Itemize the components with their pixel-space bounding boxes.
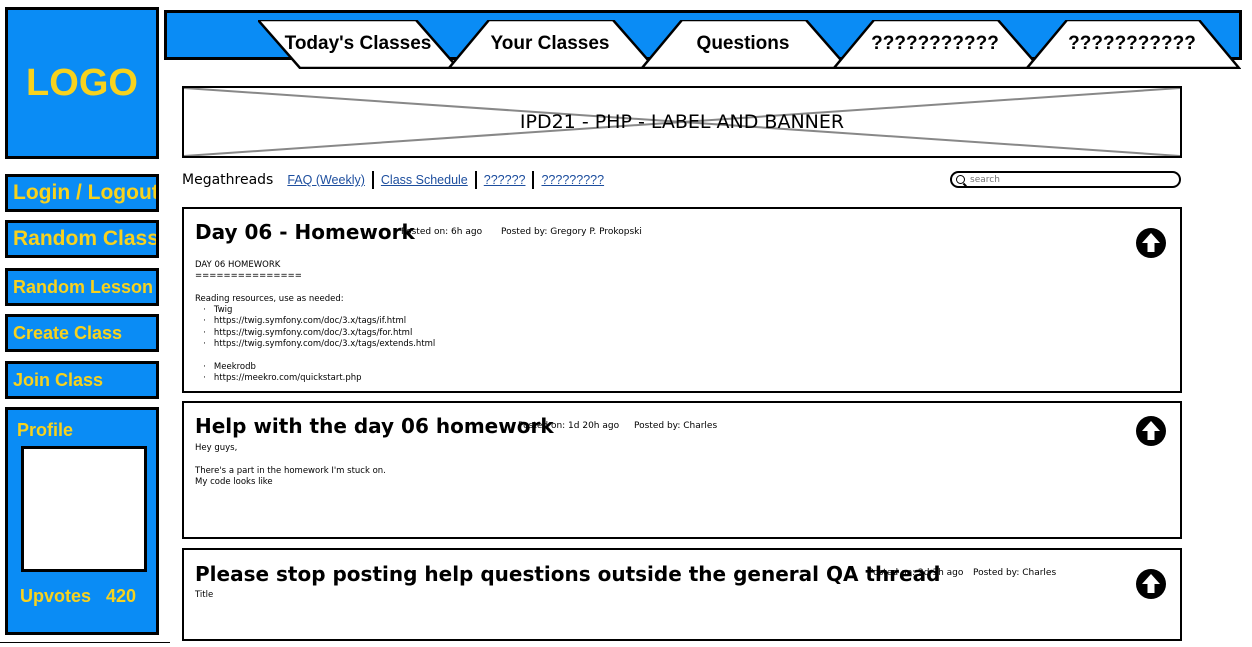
post-body: Hey guys, There's a part in the homework… <box>195 443 386 487</box>
tab-todays-classes[interactable]: Today's Classes <box>258 20 458 69</box>
tab-label: Your Classes <box>490 33 610 54</box>
upvote-icon[interactable] <box>1136 416 1166 446</box>
post-card[interactable]: Please stop posting help questions outsi… <box>182 548 1182 641</box>
tab-your-classes[interactable]: Your Classes <box>445 20 655 69</box>
post-card[interactable]: Help with the day 06 homework Posted on:… <box>182 401 1182 539</box>
post-title[interactable]: Day 06 - Homework <box>195 220 415 244</box>
post-date: Posted on: 1d 20h ago <box>518 421 620 431</box>
logo-text: LOGO <box>26 61 138 104</box>
post-date: Posted on: 2d 3h ago <box>868 568 964 578</box>
megathreads-label: Megathreads <box>182 172 274 188</box>
tab-placeholder-1[interactable]: ??????????? <box>830 20 1040 69</box>
random-class-button[interactable]: Random Class <box>5 220 159 258</box>
login-logout-button[interactable]: Login / Logout <box>5 174 159 212</box>
post-body: Title <box>195 590 214 600</box>
search-input[interactable] <box>970 173 1170 186</box>
search-box[interactable] <box>950 171 1181 188</box>
placeholder-link-1[interactable]: ?????? <box>484 173 526 187</box>
separator <box>474 171 477 189</box>
upvote-icon[interactable] <box>1136 569 1166 599</box>
profile-title: Profile <box>17 420 74 440</box>
upvotes-count: Upvotes 420 <box>20 586 136 607</box>
post-date: Posted on: 6h ago <box>401 227 483 237</box>
post-title[interactable]: Please stop posting help questions outsi… <box>195 562 940 586</box>
post-author: Posted by: Charles <box>634 421 718 431</box>
create-class-label: Create Class <box>13 322 123 343</box>
upvotes-label: Upvotes <box>20 586 92 606</box>
tab-label: Questions <box>696 33 790 54</box>
post-author: Posted by: Charles <box>973 568 1057 578</box>
login-logout-label: Login / Logout <box>13 181 159 204</box>
tab-placeholder-2[interactable]: ??????????? <box>1023 20 1241 69</box>
search-icon <box>956 175 965 184</box>
banner-image-placeholder: IPD21 - PHP - LABEL AND BANNER <box>182 86 1182 158</box>
join-class-button[interactable]: Join Class <box>5 361 159 399</box>
create-class-button[interactable]: Create Class <box>5 314 159 352</box>
post-body: DAY 06 HOMEWORK =============== Reading … <box>195 260 436 383</box>
logo[interactable]: LOGO <box>5 7 159 159</box>
placeholder-link-2[interactable]: ????????? <box>541 173 604 187</box>
random-class-label: Random Class <box>13 227 159 250</box>
tab-label: ??????????? <box>1068 33 1196 54</box>
post-author: Posted by: Gregory P. Prokopski <box>501 227 642 237</box>
join-class-label: Join Class <box>13 369 104 390</box>
banner-text: IPD21 - PHP - LABEL AND BANNER <box>519 111 845 133</box>
tab-questions[interactable]: Questions <box>638 20 848 69</box>
random-lesson-button[interactable]: Random Lesson <box>5 268 159 306</box>
megathreads-bar: Megathreads FAQ (Weekly) Class Schedule … <box>182 171 604 189</box>
post-title[interactable]: Help with the day 06 homework <box>195 414 554 438</box>
separator <box>532 171 535 189</box>
upvote-icon[interactable] <box>1136 228 1166 258</box>
faq-link[interactable]: FAQ (Weekly) <box>287 173 365 187</box>
upvotes-value: 420 <box>106 586 137 606</box>
separator <box>371 171 374 189</box>
tab-label: Today's Classes <box>284 33 432 54</box>
tab-label: ??????????? <box>871 33 999 54</box>
profile-picture[interactable] <box>21 446 147 572</box>
post-card[interactable]: Day 06 - Homework Posted on: 6h ago Post… <box>182 207 1182 393</box>
divider <box>0 642 170 643</box>
class-schedule-link[interactable]: Class Schedule <box>381 173 468 187</box>
random-lesson-label: Random Lesson <box>13 276 154 297</box>
profile-panel[interactable]: Profile Upvotes 420 <box>5 407 159 635</box>
